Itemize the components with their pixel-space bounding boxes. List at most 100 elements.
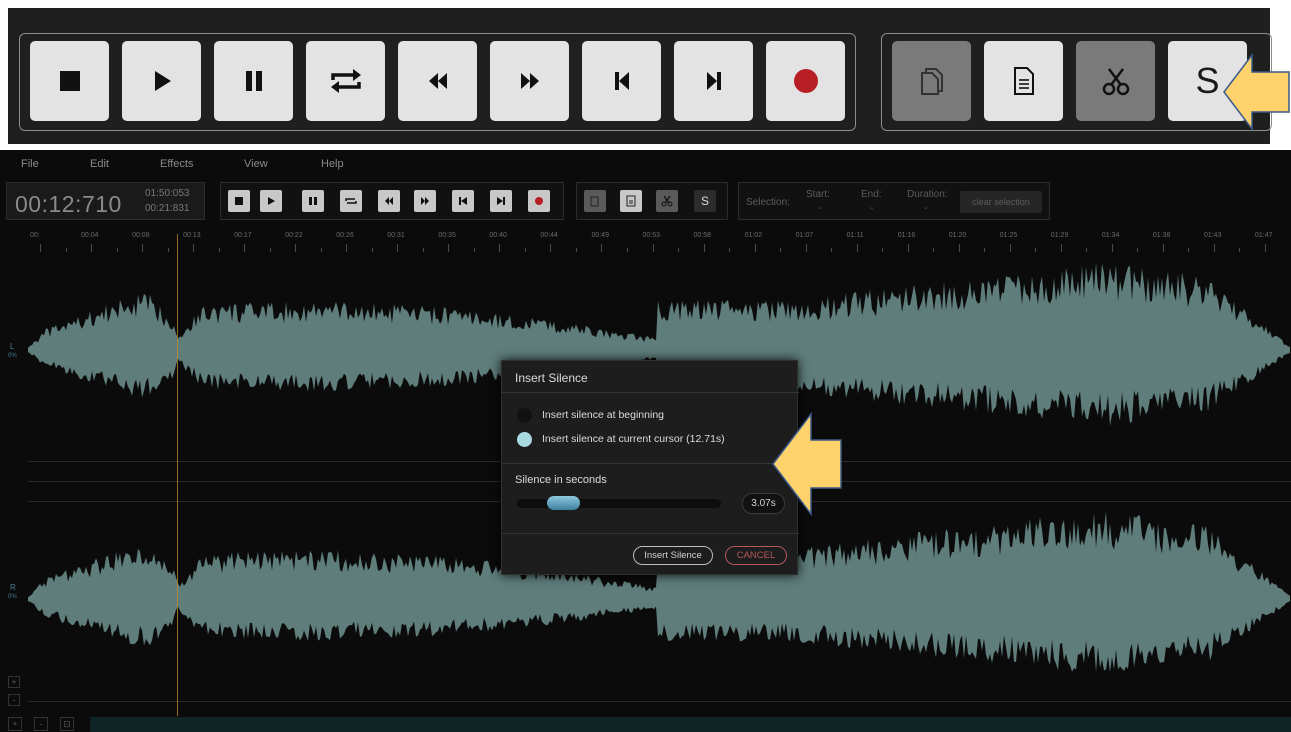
time-ruler[interactable]: 00: 00:04 00:08 00:13 00:17 00:22 00:26 00:31 00…	[28, 230, 1291, 256]
cut-button[interactable]	[1076, 41, 1155, 121]
stop-button[interactable]	[30, 41, 109, 121]
ruler-tick-label: 00:13	[183, 232, 201, 239]
skip-to-end-button-small[interactable]	[490, 190, 512, 212]
selection-label: Selection:	[746, 197, 790, 208]
copy-icon	[590, 196, 599, 207]
loop-button-small[interactable]	[340, 190, 362, 212]
menu-help[interactable]: Help	[321, 158, 344, 170]
loop-icon	[345, 198, 357, 204]
zoom-out-button[interactable]: -	[34, 717, 48, 731]
copy-button-small[interactable]	[584, 190, 606, 212]
zoom-in-button[interactable]: +	[8, 717, 22, 731]
selection-time: 00:21:831	[145, 203, 190, 214]
ruler-tick	[397, 244, 399, 252]
play-button[interactable]	[122, 41, 201, 121]
ruler-minor-tick	[831, 248, 833, 252]
option-insert-at-cursor[interactable]: Insert silence at current cursor (12.71s…	[517, 431, 725, 447]
radio-beginning[interactable]	[517, 407, 532, 423]
ruler-tick-label: 01:47	[1255, 232, 1273, 239]
ruler-tick	[550, 244, 552, 252]
record-button-small[interactable]	[528, 190, 550, 212]
ruler-minor-tick	[984, 248, 986, 252]
rewind-button[interactable]	[398, 41, 477, 121]
ruler-tick-label: 00:08	[132, 232, 150, 239]
radio-cursor[interactable]	[517, 431, 532, 447]
zoomed-toolbar: S	[8, 8, 1272, 144]
copy-button[interactable]	[892, 41, 971, 121]
insert-silence-button[interactable]: Insert Silence	[633, 546, 713, 565]
loop-button[interactable]	[306, 41, 385, 121]
ruler-minor-tick	[473, 248, 475, 252]
menu-view[interactable]: View	[244, 158, 268, 170]
menu-edit[interactable]: Edit	[90, 158, 109, 170]
ruler-tick-label: 00:22	[285, 232, 303, 239]
ruler-tick	[193, 244, 195, 252]
fast-forward-icon	[520, 73, 539, 89]
current-time: 00:12:710	[15, 191, 122, 217]
fast-forward-button-small[interactable]	[414, 190, 436, 212]
track-divider	[28, 701, 1291, 702]
ruler-minor-tick	[371, 248, 373, 252]
ruler-minor-tick	[626, 248, 628, 252]
paste-button-small[interactable]	[620, 190, 642, 212]
silence-slider-thumb[interactable]	[546, 496, 580, 510]
copy-icon	[920, 68, 943, 95]
right-channel-level: 0%	[8, 594, 17, 600]
dialog-divider	[502, 463, 799, 464]
rewind-icon	[428, 73, 447, 89]
ruler-tick	[703, 244, 705, 252]
zoom-fit-button[interactable]: ⊡	[60, 717, 74, 731]
clear-selection-button[interactable]: clear selection	[960, 191, 1042, 213]
insert-silence-tool-button-small[interactable]: S	[694, 190, 716, 212]
ruler-tick	[346, 244, 348, 252]
playhead-cursor[interactable]	[177, 234, 178, 716]
ruler-minor-tick	[167, 248, 169, 252]
skip-end-icon	[497, 197, 505, 205]
highlight-arrow-icon	[772, 412, 842, 516]
ruler-tick	[1162, 244, 1164, 252]
menu-effects[interactable]: Effects	[160, 158, 193, 170]
ruler-tick-label: 01:16	[897, 232, 916, 239]
skip-start-icon	[614, 72, 629, 90]
ruler-minor-tick	[1239, 248, 1241, 252]
pause-button-small[interactable]	[302, 190, 324, 212]
screenshot-composite: S File Edit Effects View Help 00:12:710 …	[0, 0, 1291, 732]
stop-button-small[interactable]	[228, 190, 250, 212]
option-insert-at-beginning[interactable]: Insert silence at beginning	[517, 407, 664, 423]
ruler-minor-tick	[65, 248, 67, 252]
ruler-minor-tick	[320, 248, 322, 252]
left-channel-level: 0%	[8, 353, 17, 359]
ruler-tick	[1265, 244, 1266, 252]
ruler-tick	[907, 244, 909, 252]
ruler-tick-label: 00:58	[693, 232, 712, 239]
paste-button[interactable]	[984, 41, 1063, 121]
skip-to-start-button[interactable]	[582, 41, 661, 121]
record-button[interactable]	[766, 41, 845, 121]
skip-to-end-button[interactable]	[674, 41, 753, 121]
skip-to-start-button-small[interactable]	[452, 190, 474, 212]
zoom-out-vertical-button[interactable]: -	[8, 694, 20, 706]
ruler-tick-label: 01:34	[1101, 232, 1120, 239]
menu-file[interactable]: File	[21, 158, 39, 170]
dialog-divider	[502, 533, 799, 534]
fast-forward-button[interactable]	[490, 41, 569, 121]
ruler-tick-label: 00:	[30, 232, 40, 239]
ruler-tick	[40, 244, 41, 252]
ruler-tick	[1111, 244, 1113, 252]
ruler-tick-label: 00:31	[387, 232, 405, 239]
ruler-tick-label: 00:26	[336, 232, 354, 239]
cut-button-small[interactable]	[656, 190, 678, 212]
total-time: 01:50:053	[145, 188, 190, 199]
ruler-minor-tick	[575, 248, 577, 252]
overview-scrollbar[interactable]	[90, 717, 1291, 732]
ruler-minor-tick	[882, 248, 884, 252]
selection-duration-label: Duration:	[907, 189, 948, 200]
play-button-small[interactable]	[260, 190, 282, 212]
ruler-minor-tick	[1188, 248, 1190, 252]
pause-button[interactable]	[214, 41, 293, 121]
ruler-tick-label: 00:49	[591, 232, 609, 239]
zoom-in-vertical-button[interactable]: +	[8, 676, 20, 688]
ruler-minor-tick	[1086, 248, 1088, 252]
cancel-button[interactable]: CANCEL	[725, 546, 787, 565]
rewind-button-small[interactable]	[378, 190, 400, 212]
